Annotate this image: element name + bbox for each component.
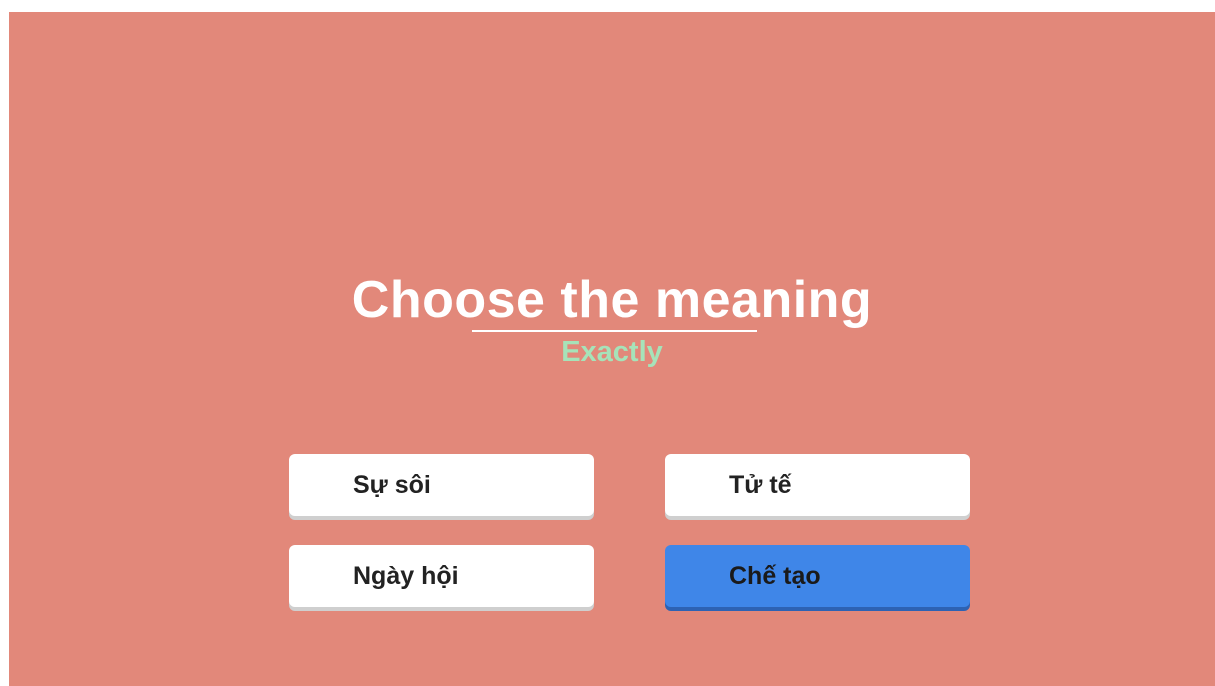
page-title: Choose the meaning <box>351 271 873 329</box>
answer-option-label: Tử tế <box>729 470 792 499</box>
answer-option-label: Sự sôi <box>353 470 431 499</box>
answer-option-2-button[interactable]: Tử tế <box>665 454 970 516</box>
answer-option-label: Ngày hội <box>353 561 459 590</box>
title-underline <box>472 330 757 332</box>
game-screen: Choose the meaning Exactly Sự sôi Tử tế … <box>9 12 1215 686</box>
answer-option-label: Chế tạo <box>729 561 821 590</box>
answer-option-4-button[interactable]: Chế tạo <box>665 545 970 607</box>
answer-option-3-button[interactable]: Ngày hội <box>289 545 594 607</box>
answer-option-1-button[interactable]: Sự sôi <box>289 454 594 516</box>
target-word: Exactly <box>561 336 663 368</box>
